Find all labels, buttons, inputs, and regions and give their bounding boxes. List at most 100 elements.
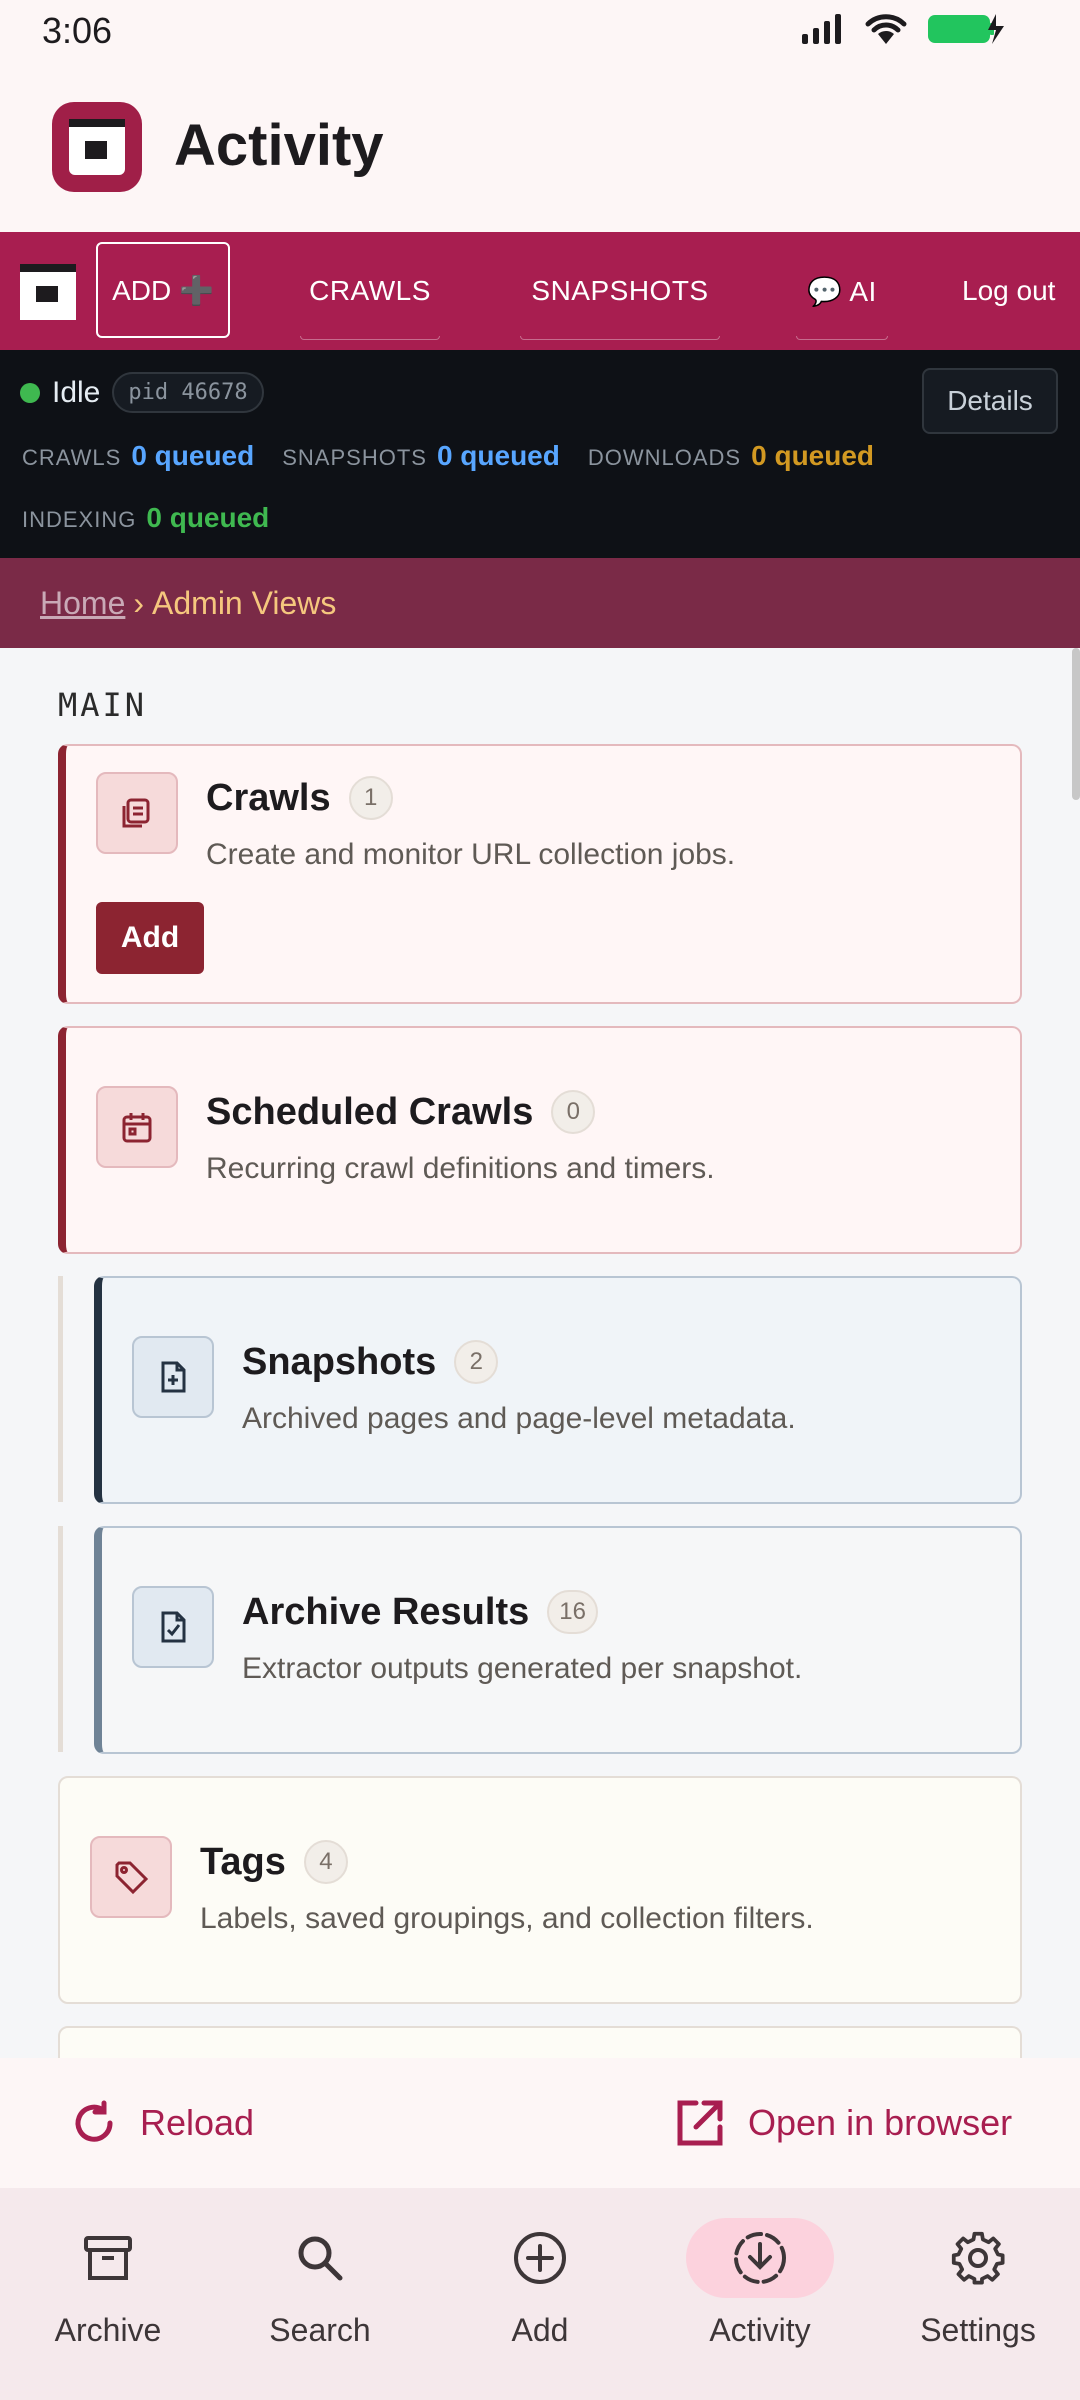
browser-action-bar: Reload Open in browser (0, 2058, 1080, 2188)
open-in-browser-label: Open in browser (748, 2102, 1013, 2143)
card-title-text: Archive Results (242, 1590, 530, 1633)
archive-box-icon (84, 2236, 132, 2280)
nav-tab-archive[interactable]: Archive (0, 2218, 216, 2349)
app-bar: Activity (0, 62, 1080, 232)
calendar-icon (96, 1086, 178, 1168)
queue-value: 0 queued (146, 502, 270, 533)
card-title-text: Crawls (206, 776, 331, 819)
card-scheduled-crawls[interactable]: Scheduled Crawls 0 Recurring crawl defin… (58, 1026, 1022, 1254)
tag-icon (90, 1836, 172, 1918)
nav-tab-settings[interactable]: Settings (870, 2218, 1080, 2349)
card-description: Extractor outputs generated per snapshot… (242, 1652, 803, 1685)
nav-pill (34, 2218, 182, 2298)
gear-icon (951, 2231, 1005, 2285)
card-title: Crawls 1 (206, 776, 393, 820)
nav-pill-active (686, 2218, 834, 2298)
nesting-guide (58, 1276, 63, 1502)
nav-link-label: CRAWLS (309, 275, 431, 306)
breadcrumb: Home › Admin Views (0, 558, 1080, 648)
breadcrumb-current: Admin Views (152, 584, 337, 621)
card-title: Scheduled Crawls 0 (206, 1090, 596, 1134)
document-stack-icon (96, 772, 178, 854)
nesting-guide (58, 1526, 63, 1752)
card-title: Snapshots 2 (242, 1340, 499, 1384)
reload-button[interactable]: Reload (70, 2058, 254, 2188)
nav-tab-label: Archive (54, 2312, 162, 2348)
page-title: Activity (174, 113, 384, 178)
battery-charging-icon (928, 14, 1004, 44)
card-title: Tags 4 (200, 1840, 348, 1884)
queue-label: CRAWLS (22, 445, 122, 470)
web-nav-bar: ADD ➕ CRAWLS SNAPSHOTS 💬 AI Log out (0, 232, 1080, 350)
scrollbar[interactable] (1072, 648, 1080, 800)
card-description: Labels, saved groupings, and collection … (200, 1902, 814, 1935)
pid-badge: pid 46678 (112, 372, 264, 413)
bottom-navigation: Archive Search Add Activity Settings (0, 2188, 1080, 2400)
count-badge: 0 (551, 1090, 596, 1134)
breadcrumb-home-link[interactable]: Home (40, 585, 125, 622)
reload-label: Reload (140, 2102, 255, 2143)
card-description: Archived pages and page-level metadata. (242, 1402, 796, 1435)
admin-views-content: MAIN Crawls 1 Create and monitor URL col… (0, 648, 1080, 2058)
nav-pill (904, 2218, 1052, 2298)
nav-link-snapshots[interactable]: SNAPSHOTS (520, 232, 720, 350)
card-title-text: Scheduled Crawls (206, 1090, 534, 1133)
count-badge: 2 (454, 1340, 499, 1384)
queue-row: INDEXING 0 queued (22, 502, 297, 534)
signal-icon (802, 14, 841, 44)
nav-tab-label: Activity (709, 2312, 811, 2348)
download-activity-icon (734, 2232, 786, 2284)
nav-tab-add[interactable]: Add (432, 2218, 648, 2349)
logout-link[interactable]: Log out (962, 232, 1080, 350)
queue-label: INDEXING (22, 507, 137, 532)
queue-value: 0 queued (436, 440, 560, 471)
queue-label: DOWNLOADS (587, 445, 742, 470)
nav-link-label: SNAPSHOTS (531, 275, 709, 306)
section-title: MAIN (58, 686, 148, 724)
nav-link-crawls[interactable]: CRAWLS (300, 232, 440, 350)
details-button[interactable]: Details (922, 368, 1058, 434)
status-time: 3:06 (42, 10, 113, 51)
worker-state: Idle pid 46678 (20, 372, 264, 413)
card-next-partial[interactable] (58, 2026, 1022, 2058)
count-badge: 1 (348, 776, 393, 820)
add-circle-icon (514, 2232, 566, 2284)
queue-label: SNAPSHOTS (282, 445, 427, 470)
card-title-text: Snapshots (242, 1340, 437, 1383)
file-plus-icon (132, 1336, 214, 1418)
nav-tab-label: Search (269, 2312, 371, 2348)
wifi-icon (865, 14, 907, 44)
card-description: Recurring crawl definitions and timers. (206, 1152, 715, 1185)
site-logo[interactable] (20, 264, 76, 320)
nav-link-ai[interactable]: 💬 AI (796, 232, 888, 350)
file-check-icon (132, 1586, 214, 1668)
queue-value: 0 queued (131, 440, 255, 471)
nav-tab-activity[interactable]: Activity (652, 2218, 868, 2349)
search-icon (298, 2236, 343, 2281)
system-icons (800, 12, 1006, 46)
open-in-browser-button[interactable]: Open in browser (674, 2058, 1012, 2188)
nav-tab-label: Settings (920, 2312, 1036, 2348)
open-external-icon (677, 2100, 723, 2146)
card-snapshots[interactable]: Snapshots 2 Archived pages and page-leve… (94, 1276, 1022, 1504)
worker-state-label: Idle (52, 375, 101, 409)
crawls-add-button[interactable]: Add (96, 902, 204, 974)
card-archive-results[interactable]: Archive Results 16 Extractor outputs gen… (94, 1526, 1022, 1754)
app-logo (52, 102, 142, 192)
nav-tab-search[interactable]: Search (212, 2218, 428, 2349)
card-description: Create and monitor URL collection jobs. (206, 838, 736, 871)
queue-row: CRAWLS 0 queued SNAPSHOTS 0 queued DOWNL… (22, 440, 902, 472)
nav-link-label: 💬 AI (807, 275, 877, 307)
reload-icon (75, 2100, 113, 2142)
nav-add-button[interactable]: ADD ➕ (96, 242, 230, 338)
nav-pill (246, 2218, 394, 2298)
nav-tab-label: Add (511, 2312, 569, 2348)
card-title: Archive Results 16 (242, 1590, 598, 1634)
card-title-text: Tags (200, 1840, 286, 1883)
count-badge: 4 (303, 1840, 348, 1884)
orchestrator-status-panel: Idle pid 46678 Details CRAWLS 0 queued S… (0, 350, 1080, 558)
card-crawls[interactable]: Crawls 1 Create and monitor URL collecti… (58, 744, 1022, 1004)
queue-value: 0 queued (751, 440, 875, 471)
nav-pill (466, 2218, 614, 2298)
card-tags[interactable]: Tags 4 Labels, saved groupings, and coll… (58, 1776, 1022, 2004)
